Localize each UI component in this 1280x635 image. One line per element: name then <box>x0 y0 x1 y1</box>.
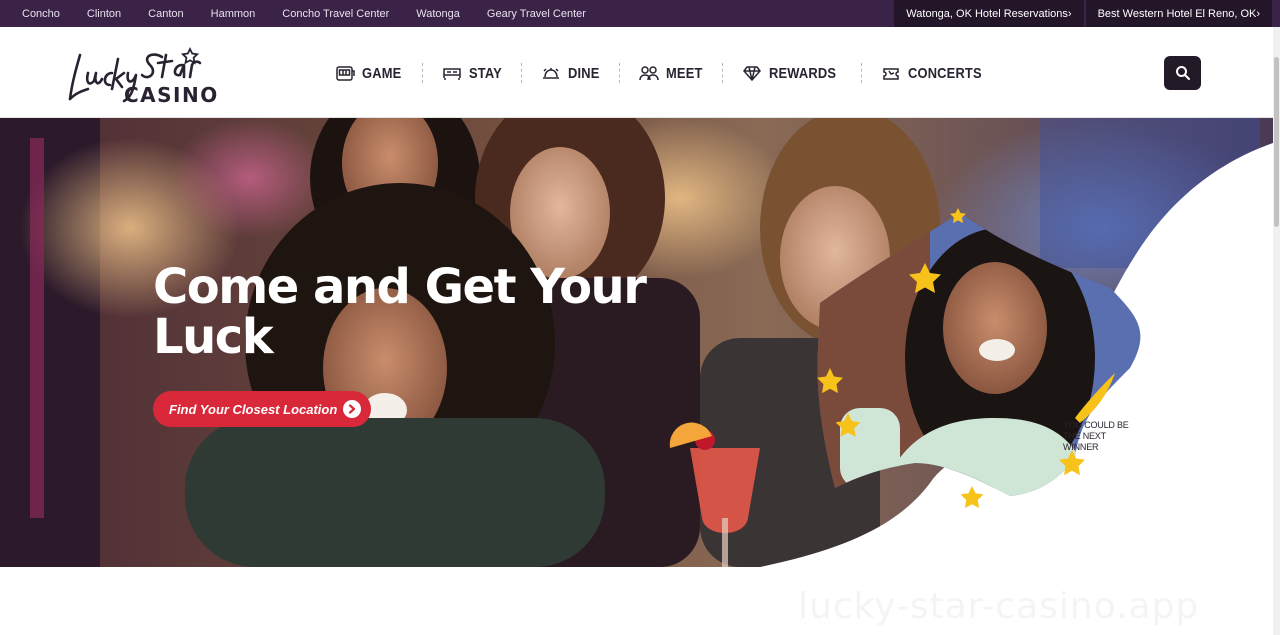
diamond-icon <box>741 63 763 83</box>
search-button[interactable] <box>1164 56 1201 90</box>
main-nav: GAME STAY DINE MEET REWARDS CONCERTS <box>334 60 994 86</box>
watonga-hotel-reservations-link[interactable]: Watonga, OK Hotel Reservations› <box>894 0 1084 27</box>
people-icon <box>638 63 660 83</box>
location-bar: Concho Clinton Canton Hammon Concho Trav… <box>0 0 1280 27</box>
location-link-clinton[interactable]: Clinton <box>87 8 121 20</box>
nav-divider <box>722 63 724 83</box>
find-closest-location-button[interactable]: Find Your Closest Location <box>153 391 371 427</box>
winner-caption: YOU COULD BE THE NEXT WINNER <box>1063 420 1129 452</box>
nav-meet-label: MEET <box>665 64 703 82</box>
nav-concerts-label: CONCERTS <box>908 64 983 82</box>
nav-stay-label: STAY <box>468 64 502 82</box>
nav-meet[interactable]: MEET <box>638 60 708 86</box>
arrow-right-circle-icon <box>343 400 361 418</box>
nav-divider <box>861 63 863 83</box>
watermark: lucky-star-casino.app <box>798 586 1199 627</box>
location-link-hammon[interactable]: Hammon <box>211 8 256 20</box>
location-link-concho-travel-center[interactable]: Concho Travel Center <box>282 8 389 20</box>
nav-divider <box>421 63 423 83</box>
nav-concerts[interactable]: CONCERTS <box>880 60 994 86</box>
bed-icon <box>441 63 463 83</box>
slot-machine-icon <box>334 63 356 83</box>
hero-banner: Come and Get Your Luck Find Your Closest… <box>0 118 1273 567</box>
scrollbar-thumb[interactable] <box>1274 57 1279 227</box>
nav-divider <box>521 63 523 83</box>
location-link-geary-travel-center[interactable]: Geary Travel Center <box>487 8 586 20</box>
lucky-star-casino-logo[interactable]: CASINO <box>66 43 226 105</box>
cloche-icon <box>540 63 562 83</box>
location-link-watonga[interactable]: Watonga <box>416 8 460 20</box>
hero-title: Come and Get Your Luck <box>153 259 647 365</box>
nav-stay[interactable]: STAY <box>441 60 507 86</box>
nav-dine[interactable]: DINE <box>540 60 605 86</box>
ticket-icon <box>880 63 902 83</box>
nav-dine-label: DINE <box>568 64 600 82</box>
page-scrollbar[interactable] <box>1273 27 1280 635</box>
nav-game[interactable]: GAME <box>334 60 408 86</box>
location-links: Concho Clinton Canton Hammon Concho Trav… <box>0 0 613 27</box>
location-link-concho[interactable]: Concho <box>22 8 60 20</box>
site-header: CASINO GAME STAY DINE MEET REWARDS CONCE… <box>0 27 1280 118</box>
nav-game-label: GAME <box>362 64 402 82</box>
search-icon <box>1175 66 1190 80</box>
hotel-links: Watonga, OK Hotel Reservations› Best Wes… <box>894 0 1272 27</box>
nav-divider <box>618 63 620 83</box>
nav-rewards[interactable]: REWARDS <box>741 60 847 86</box>
cta-label: Find Your Closest Location <box>169 401 338 417</box>
svg-text:CASINO: CASINO <box>124 83 219 105</box>
location-link-canton[interactable]: Canton <box>148 8 183 20</box>
nav-rewards-label: REWARDS <box>769 64 837 82</box>
best-western-el-reno-link[interactable]: Best Western Hotel El Reno, OK› <box>1085 0 1272 27</box>
